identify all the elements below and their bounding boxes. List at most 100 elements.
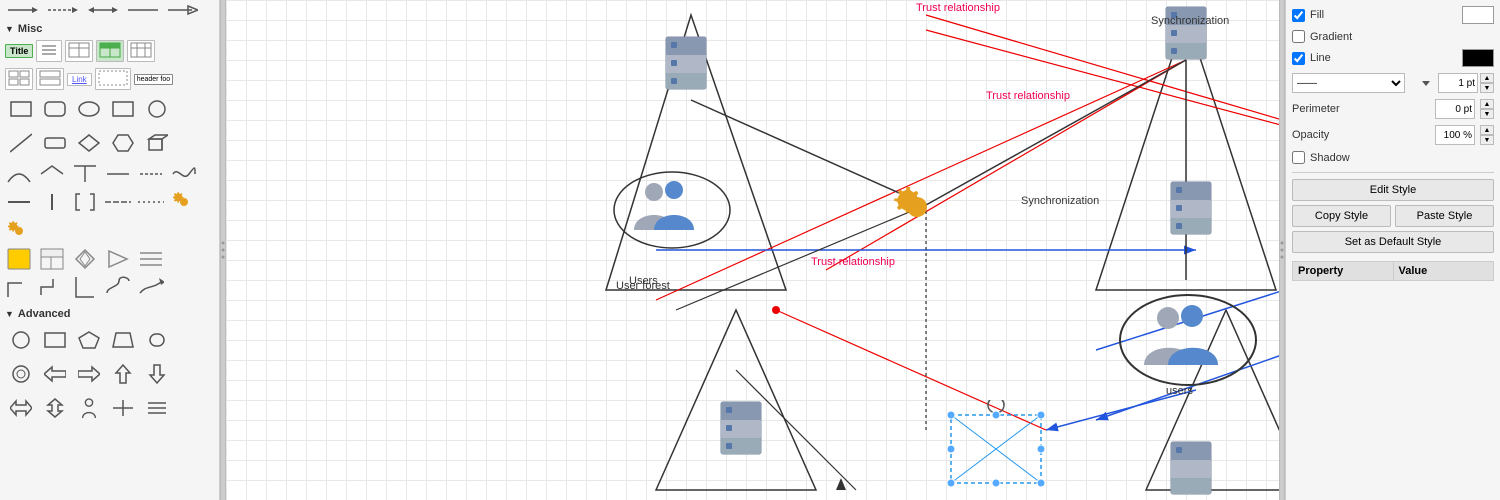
minus-shape[interactable] [5,190,33,214]
shadow-row: Shadow [1292,151,1494,164]
arrow-left-adv[interactable] [39,360,71,388]
diamond-shape[interactable] [73,129,105,157]
dashed-shape[interactable] [95,68,131,90]
copy-style-button[interactable]: Copy Style [1292,205,1391,227]
circle2-adv[interactable] [5,360,37,388]
trust-label-1: Trust relationship [916,2,1000,14]
panel-divider [1292,172,1494,173]
stadium-adv[interactable] [141,326,173,354]
person-adv[interactable] [73,394,105,422]
misc-row3 [0,245,219,273]
edit-style-button[interactable]: Edit Style [1292,179,1494,201]
s-shape[interactable] [104,275,132,299]
opacity-down[interactable]: ▼ [1480,135,1494,145]
arrow-right-adv[interactable] [73,360,105,388]
table-shape-1[interactable] [65,40,93,62]
rounded-rect-shape[interactable] [39,95,71,123]
link-shape[interactable]: Link [67,73,92,86]
actor-shape[interactable] [38,247,66,271]
rounded-rect2-shape[interactable] [39,129,71,157]
lr-arrow-adv[interactable] [5,394,37,422]
list-shape[interactable] [36,40,62,62]
main-canvas[interactable]: Trust relationship Trust relationship Tr… [226,0,1279,500]
wave-shape[interactable] [170,162,198,186]
arrow-down-adv[interactable] [141,360,173,388]
pentagon-adv[interactable] [73,326,105,354]
line-width-down[interactable]: ▼ [1480,83,1494,93]
curve-shape[interactable] [5,162,33,186]
trapezoid-adv[interactable] [107,326,139,354]
perimeter-down[interactable]: ▼ [1480,109,1494,119]
film-shape[interactable] [71,247,99,271]
angle-shape[interactable] [38,162,66,186]
cross-adv[interactable] [107,394,139,422]
dotted-shape[interactable] [137,190,165,214]
fill-color-box[interactable] [1462,6,1494,24]
h-line-shape[interactable] [104,162,132,186]
grid-shape-2[interactable] [36,68,64,90]
line-style-select[interactable]: —— - - - · · · [1292,73,1405,93]
empty-shape1 [175,95,207,123]
rect2-shape[interactable] [107,95,139,123]
table-shape-2[interactable] [96,40,124,62]
arrow-item-1[interactable] [8,2,38,18]
lines2-adv[interactable] [141,394,173,422]
perimeter-row: Perimeter ▲ ▼ [1292,99,1494,119]
users-label: Users [629,275,658,287]
hex-shape[interactable] [107,129,139,157]
line-width-up[interactable]: ▲ [1480,73,1494,83]
arrow-item-5[interactable] [168,2,198,18]
circle-adv[interactable] [5,326,37,354]
misc-section-header[interactable]: ▼ Misc [0,20,219,38]
property-table-header: Property Value [1292,261,1494,281]
grid-shape-1[interactable] [5,68,33,90]
table-shape-3[interactable] [127,40,155,62]
server-icon-right [1166,180,1216,239]
perimeter-up[interactable]: ▲ [1480,99,1494,109]
dash-shape[interactable] [137,162,165,186]
arrow-item-2[interactable] [48,2,78,18]
shadow-checkbox[interactable] [1292,151,1305,164]
circle-shape[interactable] [141,95,173,123]
header-shape[interactable]: header foo [134,74,173,85]
ud-arrow-adv[interactable] [39,394,71,422]
gradient-checkbox[interactable] [1292,30,1305,43]
long-dash-shape[interactable] [104,190,132,214]
rect-adv[interactable] [39,326,71,354]
opacity-up[interactable]: ▲ [1480,125,1494,135]
arrow2-shape[interactable] [137,275,165,299]
fill-checkbox[interactable] [1292,9,1305,22]
line-checkbox[interactable] [1292,52,1305,65]
title-shape[interactable]: Title [5,44,33,58]
advanced-section-header[interactable]: ▼ Advanced [0,305,219,323]
server-icon-top [661,35,711,94]
diag-line-shape[interactable] [5,129,37,157]
corner-shape[interactable] [5,275,33,299]
rect-shape[interactable] [5,95,37,123]
bracket-shape[interactable] [71,190,99,214]
arrow-item-4[interactable] [128,2,158,18]
v-line-shape[interactable] [38,190,66,214]
step-shape[interactable] [38,275,66,299]
line-style-dropdown-icon[interactable] [1419,73,1433,93]
play-shape[interactable] [104,247,132,271]
line-width-input[interactable] [1438,73,1478,93]
bracket2-shape[interactable] [71,275,99,299]
opacity-row: Opacity ▲ ▼ [1292,125,1494,145]
arrow-item-3[interactable] [88,2,118,18]
server-icon-bottom-right [1166,440,1216,499]
gear-icon-1[interactable] [170,190,198,214]
lines-shape[interactable] [137,247,165,271]
ellipse-shape[interactable] [73,95,105,123]
cube-shape[interactable] [141,129,173,157]
line-color-box[interactable] [1462,49,1494,67]
t-shape[interactable] [71,162,99,186]
set-default-button[interactable]: Set as Default Style [1292,231,1494,253]
gear-icon-2[interactable] [5,219,33,243]
perimeter-input[interactable] [1435,99,1475,119]
arrow-up-adv[interactable] [107,360,139,388]
advanced-grid-1 [0,323,219,357]
opacity-input[interactable] [1435,125,1475,145]
note-shape[interactable] [5,247,33,271]
paste-style-button[interactable]: Paste Style [1395,205,1494,227]
